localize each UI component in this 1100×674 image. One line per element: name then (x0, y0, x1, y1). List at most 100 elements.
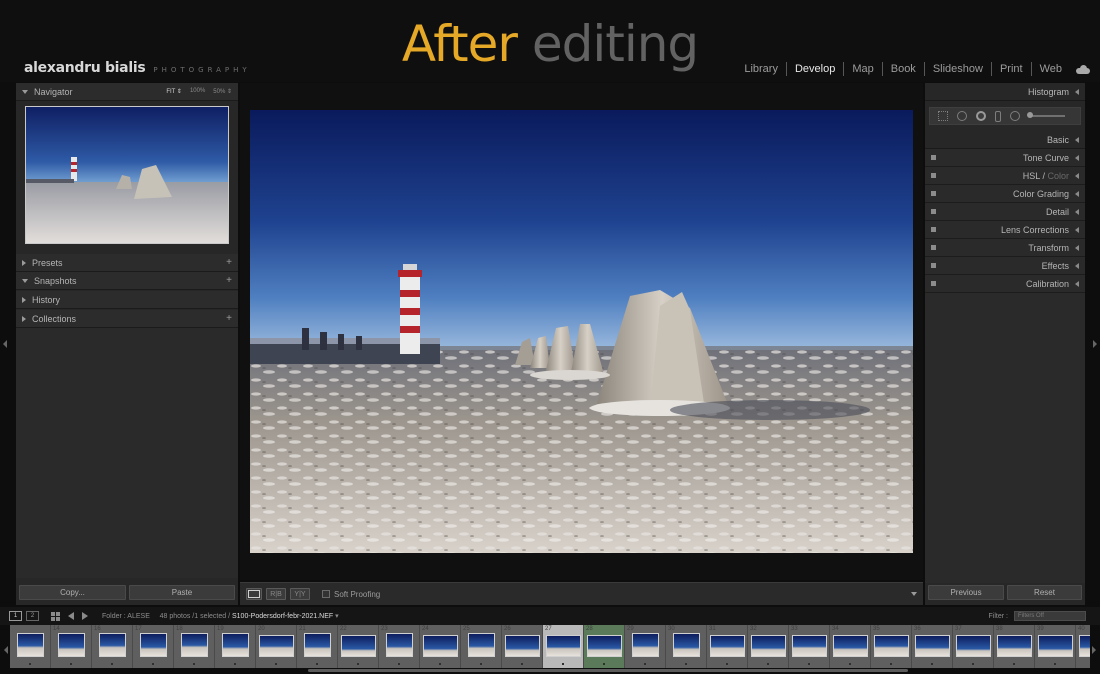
module-print[interactable]: Print (990, 62, 1031, 76)
previous-button[interactable]: Previous (928, 585, 1004, 600)
filmstrip-thumbnail[interactable] (386, 633, 413, 657)
module-develop[interactable]: Develop (785, 62, 843, 76)
panel-switch-icon[interactable] (931, 173, 936, 178)
before-after-split-button[interactable]: Y|Y (290, 588, 310, 600)
module-slideshow[interactable]: Slideshow (923, 62, 991, 76)
paste-settings-button[interactable]: Paste (129, 585, 235, 600)
panel-switch-icon[interactable] (931, 245, 936, 250)
filmstrip-cell[interactable]: 14 (51, 625, 92, 668)
zoom-fit[interactable]: FIT ⇕ (166, 88, 182, 95)
filmstrip-cell[interactable]: 40 (1076, 625, 1090, 668)
add-collection-plus-icon[interactable]: + (226, 313, 232, 324)
filmstrip-thumbnail[interactable] (587, 635, 622, 657)
panel-calibration[interactable]: Calibration (925, 275, 1085, 293)
filmstrip[interactable]: 14 16 17 18 19 20 21 22 23 24 25 26 27 28 29 30 31 32 33 34… (10, 625, 1090, 668)
panel-label-dim[interactable]: Color (1047, 171, 1069, 181)
filmstrip-thumbnail[interactable] (304, 633, 331, 657)
filmstrip-scrollbar[interactable] (308, 669, 908, 672)
filmstrip-thumbnail[interactable] (792, 635, 827, 657)
panel-color-grading[interactable]: Color Grading (925, 185, 1085, 203)
history-section[interactable]: History (16, 291, 238, 309)
module-book[interactable]: Book (881, 62, 924, 76)
filmstrip-cell[interactable]: 37 (953, 625, 994, 668)
filmstrip-thumbnail[interactable] (505, 635, 540, 657)
filmstrip-thumbnail[interactable] (997, 635, 1032, 657)
collapse-left-panel-arrow-icon[interactable] (3, 340, 7, 348)
filmstrip-cell[interactable]: 19 (215, 625, 256, 668)
module-web[interactable]: Web (1030, 62, 1070, 76)
presets-section[interactable]: Presets + (16, 254, 238, 272)
panel-switch-icon[interactable] (931, 209, 936, 214)
filmstrip-cell[interactable]: 18 (174, 625, 215, 668)
filmstrip-thumbnail[interactable] (1038, 635, 1073, 657)
filmstrip-cell[interactable]: 26 (502, 625, 543, 668)
copy-settings-button[interactable]: Copy... (19, 585, 126, 600)
panel-switch-icon[interactable] (931, 227, 936, 232)
panel-tone-curve[interactable]: Tone Curve (925, 149, 1085, 167)
filmstrip-cell[interactable]: 23 (379, 625, 420, 668)
filmstrip-cell[interactable]: 29 (625, 625, 666, 668)
collapse-filmstrip-right-arrow-icon[interactable] (1092, 646, 1096, 654)
before-after-button[interactable]: R|B (266, 588, 286, 600)
filmstrip-thumbnail[interactable] (915, 635, 950, 657)
cloud-icon[interactable] (1076, 64, 1090, 74)
filmstrip-cell[interactable]: 30 (666, 625, 707, 668)
spot-removal-tool-icon[interactable] (957, 111, 967, 121)
zoom-100[interactable]: 100% (190, 88, 205, 95)
filmstrip-thumbnail[interactable] (17, 633, 44, 657)
filmstrip-cell[interactable]: 39 (1035, 625, 1076, 668)
panel-lens-corrections[interactable]: Lens Corrections (925, 221, 1085, 239)
filmstrip-cell[interactable]: 35 (871, 625, 912, 668)
snapshots-section[interactable]: Snapshots + (16, 272, 238, 290)
filmstrip-thumbnail[interactable] (1079, 635, 1090, 657)
loupe-view-button[interactable] (246, 588, 262, 600)
toolbar-menu-chevron-down-icon[interactable] (911, 592, 917, 596)
add-snapshot-plus-icon[interactable]: + (226, 275, 232, 286)
filmstrip-cell[interactable]: 36 (912, 625, 953, 668)
radial-filter-tool-icon[interactable] (1010, 111, 1020, 121)
basic-header[interactable]: Basic (925, 131, 1085, 149)
filmstrip-thumbnail[interactable] (423, 635, 458, 657)
filmstrip-cell[interactable]: 28 (584, 625, 625, 668)
filmstrip-thumbnail[interactable] (632, 633, 659, 657)
back-arrow-icon[interactable] (68, 612, 74, 620)
filmstrip-thumbnail[interactable] (956, 635, 991, 657)
filmstrip-thumbnail[interactable] (833, 635, 868, 657)
reset-button[interactable]: Reset (1007, 585, 1082, 600)
collapse-filmstrip-left-arrow-icon[interactable] (4, 646, 8, 654)
filmstrip-thumbnail[interactable] (874, 635, 909, 657)
secondary-monitor-button[interactable]: 2 (26, 611, 39, 621)
filmstrip-cell[interactable]: 25 (461, 625, 502, 668)
crop-tool-icon[interactable] (938, 111, 948, 121)
filmstrip-cell[interactable] (10, 625, 51, 668)
panel-detail[interactable]: Detail (925, 203, 1085, 221)
source-info[interactable]: Folder : ALESE 48 photos /1 selected / S… (102, 612, 339, 620)
navigator-preview[interactable] (25, 106, 229, 244)
filmstrip-thumbnail[interactable] (468, 633, 495, 657)
filmstrip-thumbnail[interactable] (99, 633, 126, 657)
panel-hsl-color[interactable]: HSL / Color (925, 167, 1085, 185)
filmstrip-thumbnail[interactable] (222, 633, 249, 657)
navigator-header[interactable]: Navigator FIT ⇕ 100% 50% ⇕ (16, 83, 238, 101)
zoom-50[interactable]: 50% ⇕ (213, 88, 232, 95)
grid-view-icon[interactable] (51, 611, 60, 621)
module-map[interactable]: Map (843, 62, 881, 76)
filmstrip-cell[interactable]: 16 (92, 625, 133, 668)
filmstrip-cell[interactable]: 34 (830, 625, 871, 668)
filmstrip-thumbnail[interactable] (140, 633, 167, 657)
filmstrip-thumbnail[interactable] (341, 635, 376, 657)
filmstrip-cell[interactable]: 27 (543, 625, 584, 668)
primary-monitor-button[interactable]: 1 (9, 611, 22, 621)
filmstrip-cell[interactable]: 22 (338, 625, 379, 668)
image-view[interactable] (240, 83, 923, 580)
filmstrip-thumbnail[interactable] (259, 635, 294, 657)
collections-section[interactable]: Collections + (16, 310, 238, 328)
tool-slider[interactable] (1027, 112, 1065, 118)
panel-effects[interactable]: Effects (925, 257, 1085, 275)
main-photo[interactable] (250, 110, 913, 553)
histogram-header[interactable]: Histogram (925, 83, 1085, 101)
panel-switch-icon[interactable] (931, 263, 936, 268)
filmstrip-cell[interactable]: 17 (133, 625, 174, 668)
filmstrip-thumbnail[interactable] (751, 635, 786, 657)
panel-switch-icon[interactable] (931, 191, 936, 196)
